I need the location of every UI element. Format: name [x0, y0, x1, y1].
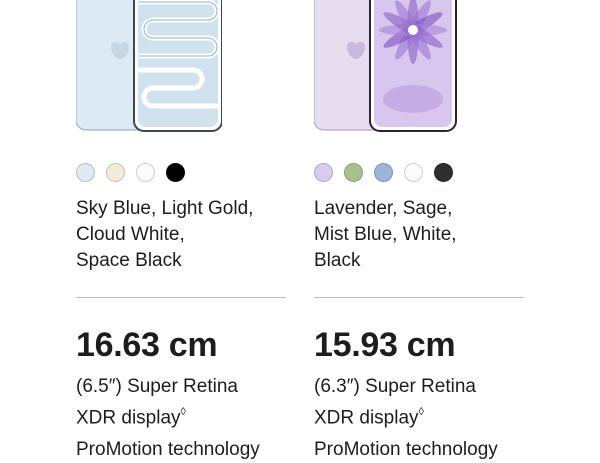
display-line: (6.3″) Super Retina — [314, 376, 476, 397]
swatch-sage[interactable] — [344, 163, 363, 182]
footnote-mark[interactable]: ◊ — [419, 406, 424, 418]
divider — [76, 297, 286, 298]
color-swatches — [76, 163, 185, 182]
product-column-right: Lavender, Sage, Mist Blue, White, Black … — [314, 0, 534, 460]
color-line: Cloud White, — [76, 224, 185, 245]
swatch-light-gold[interactable] — [106, 163, 125, 182]
swatch-cloud-white[interactable] — [136, 163, 155, 182]
color-line: Space Black — [76, 250, 182, 271]
display-line: (6.5″) Super Retina — [76, 376, 238, 397]
swatch-space-black[interactable] — [166, 163, 185, 182]
color-names: Sky Blue, Light Gold, Cloud White, Space… — [76, 196, 291, 274]
color-line: Black — [314, 250, 361, 271]
footnote-mark[interactable]: ◊ — [181, 406, 186, 418]
phone-image-sky-blue — [76, 0, 222, 132]
color-line: Lavender, Sage, — [314, 198, 453, 219]
display-description: (6.5″) Super Retina XDR display◊ — [76, 374, 238, 431]
swatch-mist-blue[interactable] — [374, 163, 393, 182]
feature-text: ProMotion technology — [314, 439, 498, 460]
color-line: Sky Blue, Light Gold, — [76, 198, 254, 219]
display-size: 16.63 cm — [76, 326, 218, 364]
color-swatches — [314, 163, 453, 182]
display-line: XDR display — [76, 407, 181, 429]
swatch-white[interactable] — [404, 163, 423, 182]
swatch-sky-blue[interactable] — [76, 163, 95, 182]
feature-text: ProMotion technology — [76, 439, 260, 460]
product-column-left: Sky Blue, Light Gold, Cloud White, Space… — [76, 0, 296, 460]
display-size: 15.93 cm — [314, 326, 456, 364]
display-line: XDR display — [314, 407, 419, 429]
display-description: (6.3″) Super Retina XDR display◊ — [314, 374, 476, 431]
color-line: Mist Blue, White, — [314, 224, 457, 245]
swatch-black[interactable] — [434, 163, 453, 182]
phone-image-lavender — [314, 0, 457, 132]
swatch-lavender[interactable] — [314, 163, 333, 182]
color-names: Lavender, Sage, Mist Blue, White, Black — [314, 196, 529, 274]
divider — [314, 297, 524, 298]
